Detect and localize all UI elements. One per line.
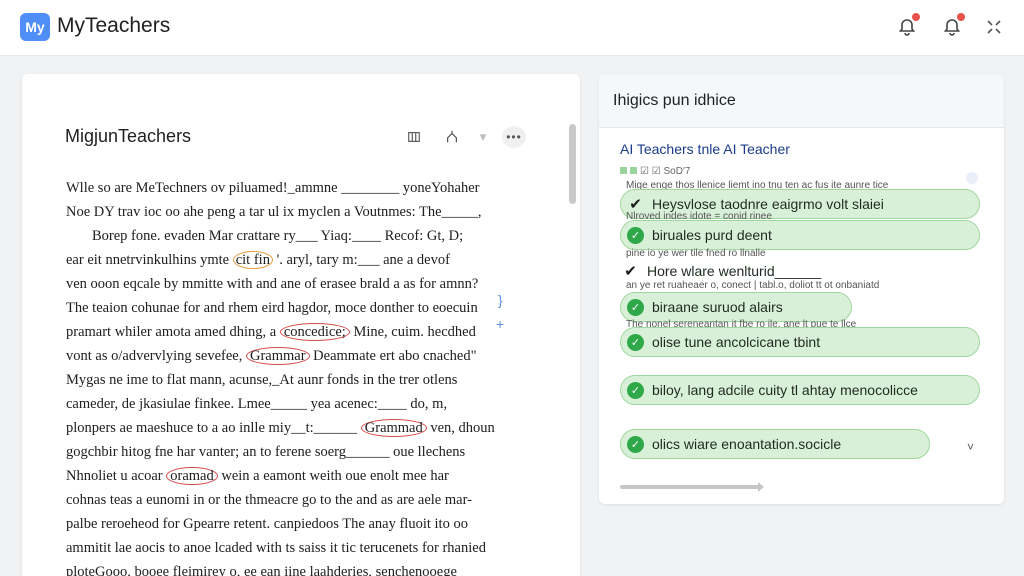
suggestion-item[interactable]: ✓ biruales purd deent [620,220,980,250]
scroll-indicator[interactable] [620,482,764,492]
bell-icon[interactable] [941,13,965,38]
grammar-flag[interactable]: concedice; [279,323,350,341]
suggestion-item[interactable]: ✓ biraane suruod alairs [620,292,852,322]
bell-icon[interactable] [896,13,920,38]
suggestion-item[interactable]: ✓ biloy, lang adcile cuity tl ahtay meno… [620,375,980,405]
suggestion-filter-row: ☑ ☑ SoD'7 [620,166,690,177]
suggestions-header: Ihigics pun idhice [599,74,1004,128]
suggestions-panel: Ihigics pun idhice AI Teachers tnle AI T… [599,74,1004,504]
filter-square[interactable] [620,167,627,174]
text-line: pramart whiler amota amed dhing, a conce… [66,320,526,344]
more-options-icon[interactable]: ••• [502,126,526,148]
grammar-flag[interactable]: Grammad [360,419,427,437]
check-icon: ✓ [627,381,644,399]
text-line: ploteGooo, booee fleimirey o, ee ean iin… [66,564,457,576]
text-segment: Mine, cuim. hecdhed [353,324,476,340]
chevron-down-icon[interactable]: ˅ [967,440,974,454]
text-line: plonpers ae maeshuce to a ao inlle miy__… [66,416,526,440]
suggestion-item[interactable]: ✓ olics wiare enoantation.socicle [620,429,930,459]
suggestion-note: an ye ret ruaheaer o, conect | tabl.o, d… [626,280,880,291]
suggestion-text: biloy, lang adcile cuity tl ahtay menoco… [652,382,918,398]
app-title: MyTeachers [57,14,171,37]
document-toolbar: ▾ ••• [402,126,526,148]
check-icon: ✓ [627,226,644,244]
check-icon: ✔ [624,263,637,280]
suggestion-text: Hore wlare wenlturid______ [647,263,822,279]
text-line: palbe reroeheod for Gpearre retent. canp… [66,516,468,532]
notification-dot [957,13,965,21]
text-line: cameder, de jkasiulae finkee. Lmee_____ … [66,396,448,412]
app-logo[interactable]: My [20,13,50,41]
text-line: ear eit nnetrvinkulhins ymte cit fin '. … [66,248,526,272]
comment-marker[interactable]: } [498,292,503,308]
suggestions-title: Ihigics pun idhice [613,92,736,109]
text-segment: ear eit nnetrvinkulhins ymte [66,252,230,268]
check-icon: ✓ [627,435,644,453]
suggestion-text: Heysvlose taodnre eaigrmo volt slaiei [652,196,884,212]
suggestion-text: biruales purd deent [652,227,772,243]
suggestion-item[interactable]: ✓ olise tune ancolcicane tbint [620,327,980,357]
expand-icon[interactable] [983,16,1005,38]
text-line: ammitit lae aocis to anoe lcaded with ts… [66,540,486,556]
table-icon[interactable] [402,126,426,148]
ai-teacher-label: AI Teachers tnle AI Teacher [620,141,790,157]
text-line: cohnas teas a eunomi in or the thmeacre … [66,492,472,508]
text-line: Noe DY trav ioc oo ahe peng a tar ul ix … [66,204,482,220]
text-segment: tary m:___ ane a devof [316,252,450,268]
chevron-down-icon[interactable]: ▾ [478,126,488,148]
info-icon[interactable] [966,172,978,184]
highlighted-word[interactable]: cit fin [232,251,273,269]
scrollbar[interactable] [569,124,576,204]
text-segment: vont as o/advervlying sevefee, [66,348,243,364]
check-icon: ✓ [627,298,644,316]
top-bar: My MyTeachers [0,0,1024,56]
text-segment: pramart whiler amota amed dhing, a [66,324,277,340]
text-segment: '. aryl, [276,252,313,268]
text-segment: Nhnoliet u acoar [66,468,163,484]
text-line: Wlle so are MeTechners ov piluamed!_ammn… [66,180,480,196]
suggestion-text: biraane suruod alairs [652,299,783,315]
text-line: Nhnoliet u acoar oramad wein a eamont we… [66,464,526,488]
text-segment: Deammate ert abo cnached" [313,348,477,364]
suggestion-text: olise tune ancolcicane tbint [652,334,821,350]
share-icon[interactable] [440,126,464,148]
text-segment: ven, dhoun [430,420,495,436]
document-title: MigjunTeachers [65,126,192,146]
notification-dot [912,13,920,21]
text-line: gogchbir hitog fne har vanter; an to fer… [66,444,466,460]
text-line: The teaion cohunae for and rhem eird hag… [66,300,478,316]
text-line: Mygas ne ime to flat mann, acunse,_At au… [66,372,458,388]
check-icon: ✓ [627,333,644,351]
grammar-flag[interactable]: oramad [166,467,218,485]
text-line: vont as o/advervlying sevefee, Grammar D… [66,344,526,368]
text-segment: plonpers ae maeshuce to a ao inlle miy__… [66,420,358,436]
text-segment: wein a eamont weith oue enolt mee har [221,468,449,484]
document-body[interactable]: Wlle so are MeTechners ov piluamed!_ammn… [66,176,526,576]
text-line: Borep fone. evaden Mar crattare ry___ Yi… [92,228,464,244]
suggestion-text: olics wiare enoantation.socicle [652,436,842,452]
text-line: ven ooon eqcale by mmitte with and ane o… [66,276,479,292]
add-comment-icon[interactable]: + [496,316,504,332]
check-icon: ✔ [629,196,642,213]
filter-label: ☑ ☑ SoD'7 [640,166,691,177]
filter-square[interactable] [630,167,637,174]
grammar-flag[interactable]: Grammar [245,347,310,365]
document-panel: MigjunTeachers ▾ ••• Wlle so are MeTechn… [22,74,580,576]
